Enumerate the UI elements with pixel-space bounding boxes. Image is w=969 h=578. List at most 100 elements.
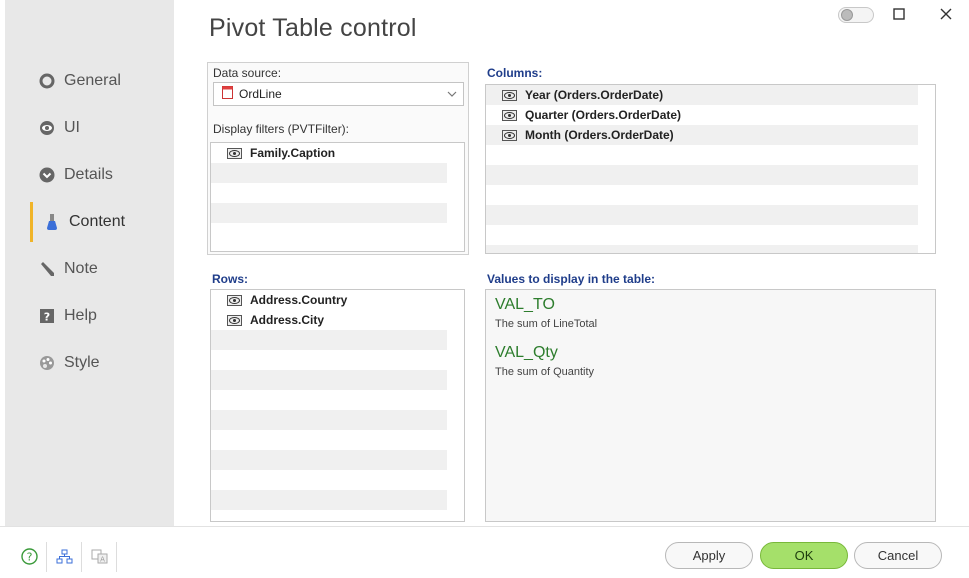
sidebar-item-label: Note [64, 260, 98, 277]
data-source-value: OrdLine [239, 87, 282, 101]
sidebar-item-content[interactable]: Content [43, 209, 125, 235]
window-toggle[interactable] [838, 7, 874, 23]
pencil-icon [38, 260, 56, 278]
apply-button[interactable]: Apply [665, 542, 753, 569]
empty-row [211, 410, 447, 430]
hierarchy-icon [56, 549, 72, 563]
empty-row [211, 390, 447, 410]
svg-text:A: A [100, 555, 105, 563]
eye-icon [227, 294, 242, 306]
maximize-button[interactable] [891, 6, 907, 22]
sidebar-item-general[interactable]: General [38, 68, 121, 94]
cancel-button[interactable]: Cancel [854, 542, 942, 569]
columns-list[interactable]: Year (Orders.OrderDate) Quarter (Orders.… [485, 84, 936, 254]
columns-label: Columns: [487, 66, 543, 80]
sidebar-item-label: Details [64, 166, 113, 183]
footer-separator [81, 542, 82, 572]
circle-icon [38, 72, 56, 90]
sidebar-item-label: UI [64, 119, 80, 136]
chevron-down-circle-icon [38, 166, 56, 184]
sidebar-item-note[interactable]: Note [38, 256, 98, 282]
list-item[interactable]: Family.Caption [211, 143, 447, 163]
list-item[interactable]: Address.City [211, 310, 447, 330]
close-icon [940, 8, 952, 20]
table-icon [222, 86, 233, 102]
toggle-knob-icon [841, 9, 853, 21]
data-source-combo[interactable]: OrdLine [213, 82, 464, 106]
empty-row [486, 225, 918, 245]
sidebar-item-label: Help [64, 307, 97, 324]
empty-row [211, 330, 447, 350]
display-filters-label: Display filters (PVTFilter): [213, 122, 350, 136]
list-item[interactable]: Year (Orders.OrderDate) [486, 85, 918, 105]
active-indicator [30, 202, 33, 242]
eye-icon [502, 89, 517, 101]
empty-row [486, 145, 918, 165]
list-item[interactable]: Quarter (Orders.OrderDate) [486, 105, 918, 125]
help-square-icon: ? [38, 307, 56, 325]
list-item[interactable]: Address.Country [211, 290, 447, 310]
rows-label: Rows: [212, 272, 248, 286]
footer-divider [0, 526, 969, 527]
empty-row [211, 450, 447, 470]
data-source-label: Data source: [213, 66, 282, 80]
value-description: The sum of LineTotal [495, 318, 598, 330]
values-label: Values to display in the table: [487, 272, 656, 286]
help-button[interactable]: ? [20, 547, 38, 565]
svg-text:?: ? [44, 311, 50, 324]
item-label: Address.Country [250, 293, 348, 307]
empty-row [211, 490, 447, 510]
empty-row [486, 165, 918, 185]
item-label: Quarter (Orders.OrderDate) [525, 108, 682, 122]
item-label: Address.City [250, 313, 325, 327]
eye-icon [38, 119, 56, 137]
sidebar-item-details[interactable]: Details [38, 162, 113, 188]
empty-row [211, 163, 447, 183]
empty-row [211, 183, 447, 203]
values-panel[interactable]: VAL_TO The sum of LineTotal VAL_Qty The … [485, 289, 936, 522]
item-label: Family.Caption [250, 146, 336, 160]
translate-button[interactable]: A [90, 547, 108, 565]
page-title: Pivot Table control [209, 14, 417, 42]
close-button[interactable] [938, 6, 954, 22]
rows-list[interactable]: Address.Country Address.City [210, 289, 465, 522]
eye-icon [502, 109, 517, 121]
value-item[interactable]: VAL_TO The sum of LineTotal [495, 296, 926, 330]
value-name: VAL_TO [495, 296, 555, 313]
svg-text:?: ? [26, 550, 32, 563]
sidebar-item-label: General [64, 72, 121, 89]
sidebar-item-ui[interactable]: UI [38, 115, 80, 141]
hierarchy-button[interactable] [55, 547, 73, 565]
help-circle-icon: ? [20, 547, 38, 565]
value-item[interactable]: VAL_Qty The sum of Quantity [495, 344, 926, 378]
translate-icon: A [91, 549, 107, 563]
empty-row [211, 203, 447, 223]
sidebar-item-label: Content [69, 213, 126, 230]
value-name: VAL_Qty [495, 344, 558, 361]
flask-icon [43, 213, 61, 231]
eye-icon [227, 314, 242, 326]
empty-row [211, 350, 447, 370]
maximize-icon [893, 8, 905, 20]
empty-row [486, 185, 918, 205]
empty-row [211, 223, 447, 243]
empty-row [211, 470, 447, 490]
chevron-down-icon [447, 88, 457, 102]
list-item[interactable]: Month (Orders.OrderDate) [486, 125, 918, 145]
empty-row [486, 245, 918, 253]
empty-row [211, 430, 447, 450]
eye-icon [227, 147, 242, 159]
eye-icon [502, 129, 517, 141]
sidebar-item-style[interactable]: Style [38, 350, 100, 376]
value-description: The sum of Quantity [495, 366, 595, 378]
item-label: Year (Orders.OrderDate) [525, 88, 664, 102]
item-label: Month (Orders.OrderDate) [525, 128, 674, 142]
sidebar-item-help[interactable]: ? Help [38, 303, 97, 329]
ok-button[interactable]: OK [760, 542, 848, 569]
empty-row [486, 205, 918, 225]
palette-icon [38, 354, 56, 372]
display-filters-list[interactable]: Family.Caption [210, 142, 465, 252]
empty-row [211, 370, 447, 390]
footer-separator [46, 542, 47, 572]
footer-separator [116, 542, 117, 572]
